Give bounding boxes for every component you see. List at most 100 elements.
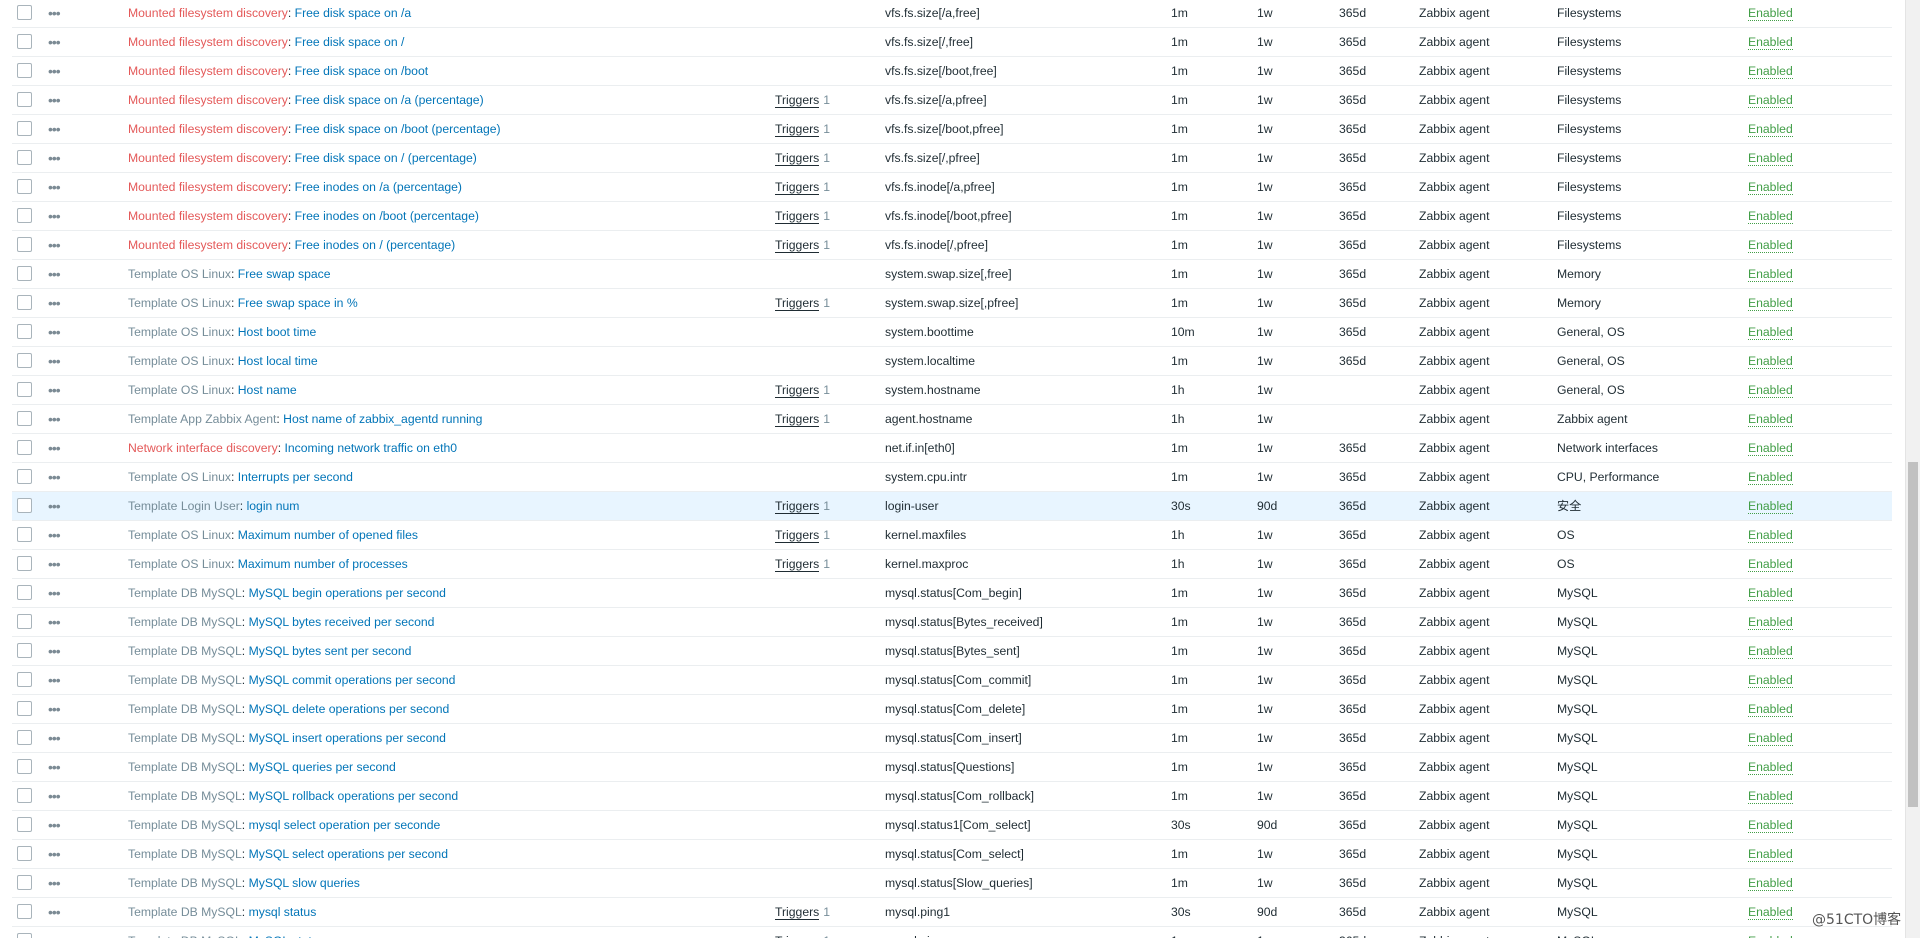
row-checkbox[interactable]: [17, 150, 32, 166]
row-checkbox[interactable]: [17, 440, 32, 456]
template-link[interactable]: Template DB MySQL: [128, 789, 242, 803]
item-name-link[interactable]: MySQL bytes received per second: [249, 615, 435, 629]
more-dots-icon[interactable]: •••: [48, 637, 78, 665]
template-link[interactable]: Template DB MySQL: [128, 702, 242, 716]
more-dots-icon[interactable]: •••: [48, 550, 78, 578]
status-toggle[interactable]: Enabled: [1748, 181, 1793, 195]
row-checkbox[interactable]: [17, 179, 32, 195]
more-dots-icon[interactable]: •••: [48, 840, 78, 868]
template-link[interactable]: Template DB MySQL: [128, 760, 242, 774]
row-checkbox[interactable]: [17, 585, 32, 601]
template-link[interactable]: Template DB MySQL: [128, 644, 242, 658]
template-link[interactable]: Template OS Linux: [128, 267, 231, 281]
status-toggle[interactable]: Enabled: [1748, 65, 1793, 79]
more-dots-icon[interactable]: •••: [48, 927, 78, 938]
triggers-link[interactable]: Triggers: [775, 297, 820, 311]
item-name-link[interactable]: Free disk space on /boot (percentage): [295, 122, 501, 136]
status-toggle[interactable]: Enabled: [1748, 906, 1793, 920]
template-link[interactable]: Network interface discovery: [128, 441, 278, 455]
item-name-link[interactable]: Free inodes on / (percentage): [295, 238, 456, 252]
template-link[interactable]: Mounted filesystem discovery: [128, 209, 288, 223]
status-toggle[interactable]: Enabled: [1748, 790, 1793, 804]
row-checkbox[interactable]: [17, 469, 32, 485]
more-dots-icon[interactable]: •••: [48, 811, 78, 839]
more-dots-icon[interactable]: •••: [48, 898, 78, 926]
more-dots-icon[interactable]: •••: [48, 753, 78, 781]
status-toggle[interactable]: Enabled: [1748, 529, 1793, 543]
more-dots-icon[interactable]: •••: [48, 289, 78, 317]
template-link[interactable]: Mounted filesystem discovery: [128, 64, 288, 78]
item-name-link[interactable]: MySQL queries per second: [249, 760, 396, 774]
more-dots-icon[interactable]: •••: [48, 405, 78, 433]
template-link[interactable]: Template OS Linux: [128, 557, 231, 571]
row-checkbox[interactable]: [17, 324, 32, 340]
status-toggle[interactable]: Enabled: [1748, 36, 1793, 50]
vertical-scrollbar[interactable]: [1905, 0, 1920, 938]
item-name-link[interactable]: Host name of zabbix_agentd running: [283, 412, 482, 426]
item-name-link[interactable]: MySQL rollback operations per second: [249, 789, 459, 803]
triggers-link[interactable]: Triggers: [775, 210, 820, 224]
item-name-link[interactable]: login num: [247, 499, 300, 513]
item-name-link[interactable]: Free inodes on /boot (percentage): [295, 209, 479, 223]
item-name-link[interactable]: Host boot time: [238, 325, 317, 339]
template-link[interactable]: Template OS Linux: [128, 470, 231, 484]
row-checkbox[interactable]: [17, 846, 32, 862]
more-dots-icon[interactable]: •••: [48, 695, 78, 723]
more-dots-icon[interactable]: •••: [48, 463, 78, 491]
status-toggle[interactable]: Enabled: [1748, 152, 1793, 166]
item-name-link[interactable]: MySQL commit operations per second: [249, 673, 456, 687]
more-dots-icon[interactable]: •••: [48, 376, 78, 404]
more-dots-icon[interactable]: •••: [48, 57, 78, 85]
template-link[interactable]: Template OS Linux: [128, 325, 231, 339]
template-link[interactable]: Template App Zabbix Agent: [128, 412, 276, 426]
triggers-link[interactable]: Triggers: [775, 239, 820, 253]
template-link[interactable]: Template DB MySQL: [128, 876, 242, 890]
more-dots-icon[interactable]: •••: [48, 492, 78, 520]
status-toggle[interactable]: Enabled: [1748, 94, 1793, 108]
item-name-link[interactable]: mysql status: [249, 905, 317, 919]
more-dots-icon[interactable]: •••: [48, 782, 78, 810]
row-checkbox[interactable]: [17, 63, 32, 79]
status-toggle[interactable]: Enabled: [1748, 355, 1793, 369]
item-name-link[interactable]: Interrupts per second: [238, 470, 353, 484]
more-dots-icon[interactable]: •••: [48, 260, 78, 288]
item-name-link[interactable]: Free disk space on /a (percentage): [295, 93, 484, 107]
row-checkbox[interactable]: [17, 266, 32, 282]
more-dots-icon[interactable]: •••: [48, 521, 78, 549]
template-link[interactable]: Template DB MySQL: [128, 905, 242, 919]
template-link[interactable]: Template DB MySQL: [128, 934, 242, 938]
triggers-link[interactable]: Triggers: [775, 123, 820, 137]
item-name-link[interactable]: mysql select operation per seconde: [249, 818, 441, 832]
status-toggle[interactable]: Enabled: [1748, 587, 1793, 601]
row-checkbox[interactable]: [17, 208, 32, 224]
row-checkbox[interactable]: [17, 411, 32, 427]
template-link[interactable]: Template DB MySQL: [128, 847, 242, 861]
row-checkbox[interactable]: [17, 498, 32, 514]
more-dots-icon[interactable]: •••: [48, 579, 78, 607]
more-dots-icon[interactable]: •••: [48, 608, 78, 636]
row-checkbox[interactable]: [17, 382, 32, 398]
item-name-link[interactable]: Free disk space on /boot: [295, 64, 428, 78]
triggers-link[interactable]: Triggers: [775, 152, 820, 166]
item-name-link[interactable]: Host local time: [238, 354, 318, 368]
more-dots-icon[interactable]: •••: [48, 115, 78, 143]
template-link[interactable]: Template OS Linux: [128, 383, 231, 397]
row-checkbox[interactable]: [17, 556, 32, 572]
item-name-link[interactable]: MySQL status: [249, 934, 325, 938]
status-toggle[interactable]: Enabled: [1748, 674, 1793, 688]
status-toggle[interactable]: Enabled: [1748, 471, 1793, 485]
row-checkbox[interactable]: [17, 759, 32, 775]
template-link[interactable]: Mounted filesystem discovery: [128, 238, 288, 252]
template-link[interactable]: Mounted filesystem discovery: [128, 180, 288, 194]
template-link[interactable]: Mounted filesystem discovery: [128, 151, 288, 165]
status-toggle[interactable]: Enabled: [1748, 210, 1793, 224]
item-name-link[interactable]: MySQL begin operations per second: [249, 586, 446, 600]
item-name-link[interactable]: MySQL delete operations per second: [249, 702, 450, 716]
status-toggle[interactable]: Enabled: [1748, 326, 1793, 340]
triggers-link[interactable]: Triggers: [775, 384, 820, 398]
triggers-link[interactable]: Triggers: [775, 413, 820, 427]
item-name-link[interactable]: Free inodes on /a (percentage): [295, 180, 462, 194]
scrollbar-thumb[interactable]: [1908, 462, 1918, 807]
template-link[interactable]: Mounted filesystem discovery: [128, 93, 288, 107]
template-link[interactable]: Mounted filesystem discovery: [128, 6, 288, 20]
